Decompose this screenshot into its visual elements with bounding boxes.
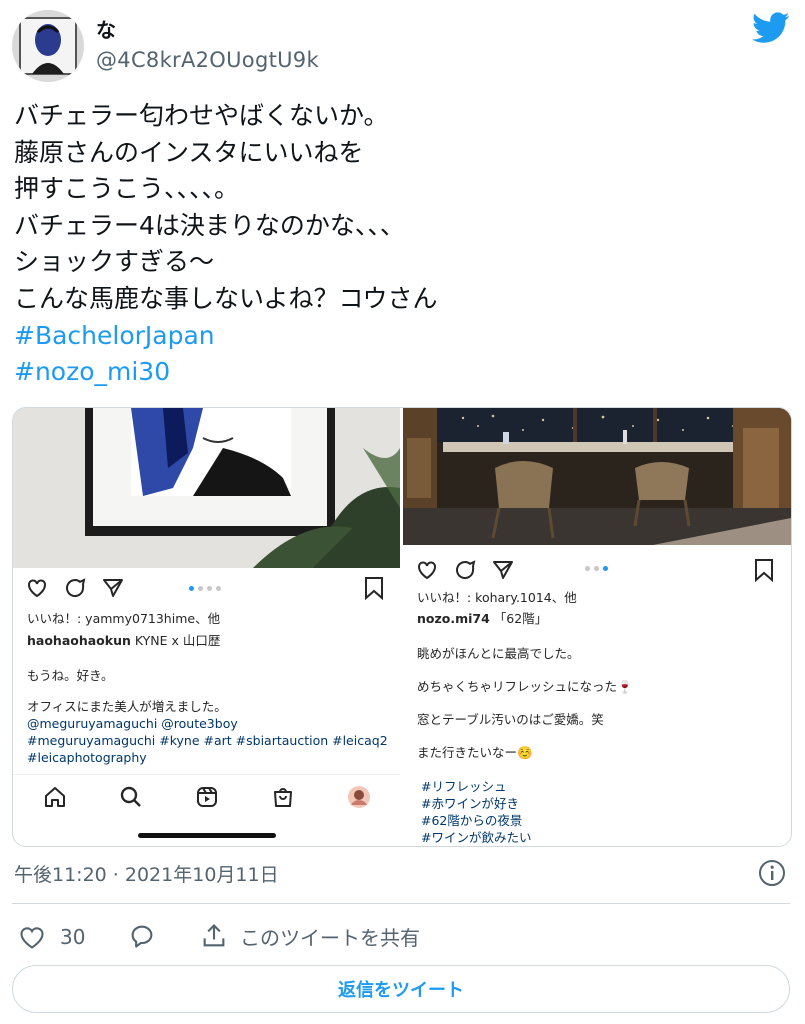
profile-avatar — [348, 786, 370, 808]
hashtag-link[interactable]: #BachelorJapan — [14, 318, 784, 355]
send-icon[interactable] — [101, 576, 125, 600]
ig-hashtag: #ワインが飲みたい — [421, 830, 532, 845]
ig-hashtag: #62階からの夜景 — [421, 813, 523, 828]
ig-mentions: @meguruyamaguchi @route3boy — [27, 716, 238, 731]
tweet-text-line: こんな馬鹿な事しないよね？コウさん — [14, 283, 438, 313]
like-count: 30 — [60, 925, 86, 949]
ig-caption-text: KYNE x 山口歴 — [130, 633, 221, 648]
ig-hashtag: #リフレッシュ — [421, 779, 507, 794]
ig-hashtags: #meguruyamaguchi #kyne #art #sbiartaucti… — [27, 733, 388, 748]
reply-icon[interactable] — [128, 922, 156, 950]
reels-icon — [197, 787, 217, 807]
twitter-bird-icon[interactable] — [752, 12, 790, 44]
share-button[interactable]: このツイートを共有 — [200, 920, 420, 952]
ig-caption-line: めちゃくちゃリフレッシュになった🍷 — [417, 679, 633, 694]
media-image-right[interactable]: いいね！: kohary.1014、他 nozo.mi74 「62階」 眺めがほ… — [403, 408, 791, 846]
tweet-text: バチェラー匂わせやばくないか。 藤原さんのインスタにいいねを 押すこうこう、、、… — [14, 98, 784, 391]
media-image-left[interactable]: いいね！: yammy0713hime、他 haohaohaokun KYNE … — [13, 408, 400, 846]
ig-caption-line: 眺めがほんとに最高でした。 — [417, 646, 580, 661]
home-icon — [45, 787, 65, 807]
carousel-dot — [198, 586, 203, 591]
bookmark-icon[interactable] — [363, 576, 385, 600]
author-avatar[interactable] — [12, 10, 84, 82]
search-icon — [120, 786, 141, 807]
tweet-text-line: ショックすぎる〜 — [14, 247, 215, 277]
ig-liked-by: いいね！: yammy0713hime、他 — [27, 611, 221, 626]
send-icon[interactable] — [491, 558, 515, 582]
carousel-dot — [216, 586, 221, 591]
carousel-dot — [594, 566, 599, 571]
comment-icon[interactable] — [63, 576, 87, 600]
carousel-dot — [189, 586, 194, 591]
ig-caption-line: また行きたいなー☺️ — [417, 745, 533, 760]
ig-caption-line: 窓とテーブル汚いのはご愛嬌。笑 — [417, 712, 604, 727]
ig-action-bar — [415, 558, 775, 584]
ig-liked-by: いいね！: kohary.1014、他 — [417, 590, 577, 605]
carousel-dot — [585, 566, 590, 571]
ig-caption: nozo.mi74 「62階」 — [417, 610, 547, 627]
artwork-photo — [13, 408, 400, 568]
carousel-indicator — [585, 566, 608, 571]
heart-icon[interactable] — [18, 924, 46, 950]
ig-caption-line: もうね。好き。 — [27, 668, 114, 683]
night-view-photo — [403, 408, 791, 545]
ig-caption: haohaohaokun KYNE x 山口歴 — [27, 632, 220, 649]
carousel-dot — [207, 586, 212, 591]
hashtag-link[interactable]: #nozo_mi30 — [14, 354, 784, 391]
tweet-text-line: バチェラー4は決まりなのかな、、、 — [14, 210, 405, 240]
home-indicator — [138, 833, 276, 838]
ig-caption-user: nozo.mi74 — [417, 611, 490, 626]
share-icon[interactable] — [200, 922, 228, 950]
footer-divider — [12, 903, 790, 904]
tweet-text-line: 藤原さんのインスタにいいねを — [14, 137, 364, 167]
share-label: このツイートを共有 — [240, 925, 420, 950]
comment-icon[interactable] — [453, 558, 477, 582]
carousel-indicator — [189, 586, 221, 591]
tweet-text-line: 押すこうこう、、、、。 — [14, 174, 240, 204]
carousel-dot — [603, 566, 608, 571]
heart-icon[interactable] — [415, 558, 439, 582]
ig-hashtag: #赤ワインが好き — [421, 796, 519, 811]
ig-caption-text: 「62階」 — [489, 611, 548, 626]
info-icon[interactable] — [758, 859, 786, 887]
author-handle[interactable]: @4C8krA2OUogtU9k — [96, 48, 319, 72]
reply-tweet-button[interactable]: 返信をツイート — [12, 965, 790, 1013]
shop-icon — [274, 788, 292, 807]
bookmark-icon[interactable] — [753, 558, 775, 582]
author-display-name[interactable]: な — [96, 14, 116, 43]
ig-caption-user: haohaohaokun — [27, 633, 131, 648]
tweet-timestamp[interactable]: 午後11:20 · 2021年10月11日 — [14, 860, 279, 887]
tweet-text-line: バチェラー匂わせやばくないか。 — [14, 101, 389, 130]
tweet-media[interactable]: いいね！: yammy0713hime、他 haohaohaokun KYNE … — [12, 407, 792, 847]
heart-icon[interactable] — [25, 576, 49, 600]
like-button[interactable]: 30 — [18, 922, 85, 952]
ig-caption-line: オフィスにまた美人が増えました。 — [27, 699, 227, 714]
ig-hashtags: #leicaphotography — [27, 750, 147, 765]
